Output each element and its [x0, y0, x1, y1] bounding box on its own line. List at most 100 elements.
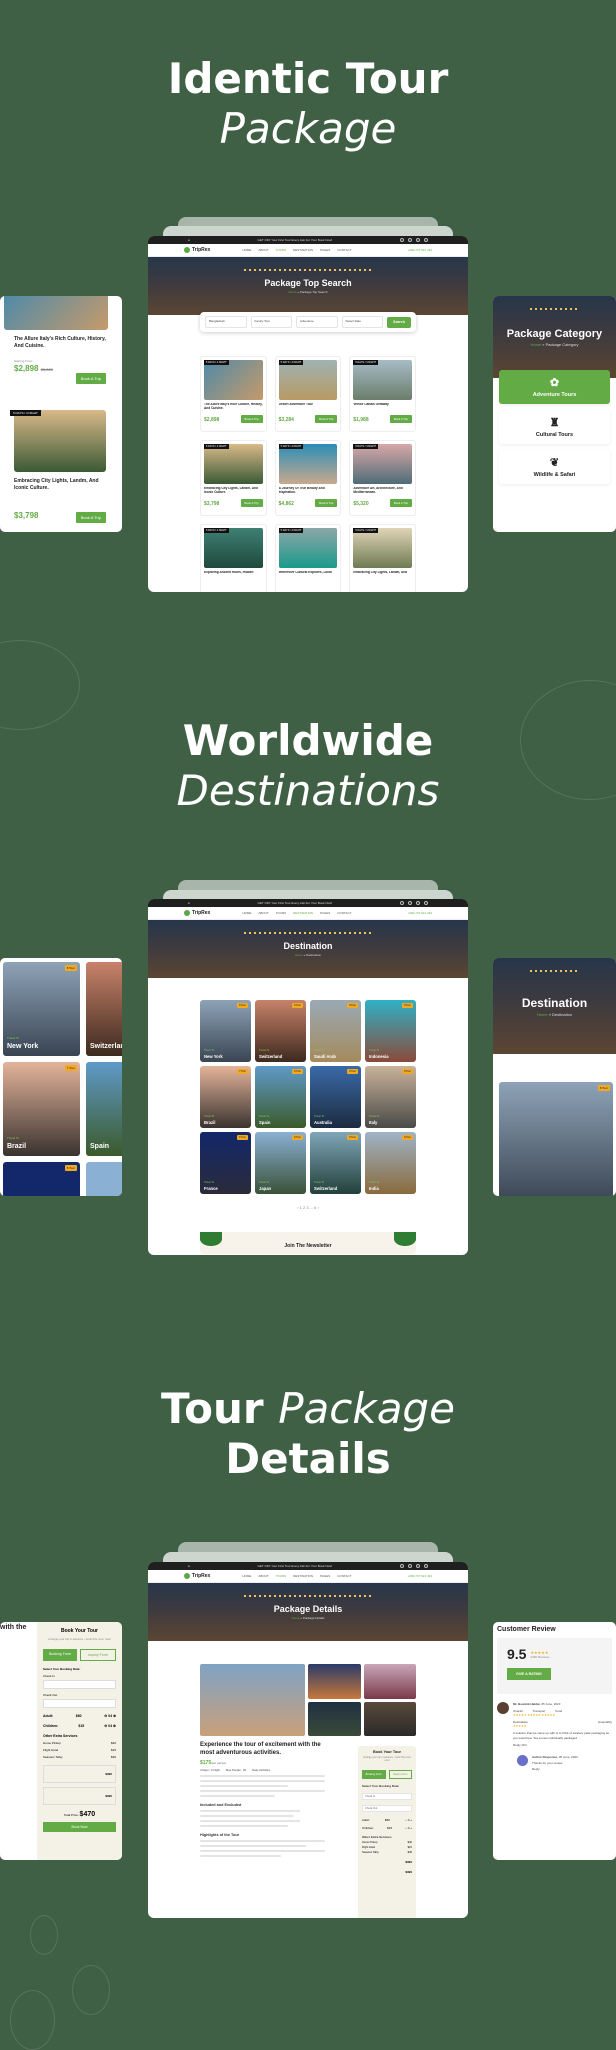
- search-button[interactable]: Search: [387, 316, 411, 328]
- destination-card[interactable]: 8 Tour Travel To Switzerland: [310, 1132, 361, 1194]
- package-card[interactable]: 5 DAYS / 4 NIGHT Desert Adventure Tour $3,…: [274, 356, 342, 432]
- book-trip-button[interactable]: Book A Trip: [315, 499, 338, 507]
- tour-type-select[interactable]: Family Tour: [250, 316, 292, 328]
- destination-card[interactable]: 8 Tour: [3, 1162, 80, 1196]
- extra-service[interactable]: Flight Hotel $15: [43, 1748, 116, 1752]
- category-adventure-tours[interactable]: ✿ Adventure Tours: [499, 370, 610, 404]
- extra-service[interactable]: Home Pickup $40: [362, 1841, 412, 1844]
- package-card[interactable]: 5 DAYS / 4 NIGHT A Journey Of True Beauty…: [274, 440, 342, 516]
- destination-card[interactable]: 8 Tour Travel To Japan: [255, 1132, 306, 1194]
- adult-stepper[interactable]: − 0 +: [405, 1818, 412, 1822]
- package-card[interactable]: 5 DAYS / 4 NIGHT Embracing City Lights, L…: [349, 524, 416, 592]
- nav-item-tours[interactable]: TOURS: [276, 1574, 286, 1578]
- destination-card[interactable]: [86, 1162, 122, 1196]
- adult-stepper[interactable]: ⊖ 04 ⊕: [104, 1714, 116, 1718]
- destination-card[interactable]: 8 Tour Travel To New York: [3, 962, 80, 1056]
- children-stepper[interactable]: ⊖ 04 ⊕: [104, 1724, 116, 1728]
- site-logo[interactable]: TripRex: [184, 910, 210, 916]
- contact-phone[interactable]: +990-737 621 432: [408, 1574, 432, 1578]
- guest-date-select[interactable]: Select Date: [341, 316, 383, 328]
- package-card[interactable]: 5 DAYS / 4 NIGHT Exploring Ancient Ruins,…: [200, 524, 267, 592]
- book-trip-button[interactable]: Book A Trip: [240, 499, 263, 507]
- book-trip-button[interactable]: Book A Trip: [240, 415, 263, 423]
- booking-subtitle: Arrange your trip in advance - book this…: [363, 1756, 411, 1762]
- nav-item-tours[interactable]: TOURS: [276, 911, 286, 915]
- nav-item-contact[interactable]: CONTACT: [337, 911, 351, 915]
- destination-card[interactable]: 8 Tour Travel To Australia: [310, 1066, 361, 1128]
- book-trip-button[interactable]: Book A Trip: [315, 415, 338, 423]
- check-out-field[interactable]: [43, 1699, 116, 1708]
- nav-item-about[interactable]: ABOUT: [258, 248, 268, 252]
- destination-select[interactable]: Bangladesh: [205, 316, 247, 328]
- nav-item-about[interactable]: ABOUT: [258, 1574, 268, 1578]
- crumb-home[interactable]: Home: [295, 953, 303, 957]
- gallery-image[interactable]: [363, 1664, 416, 1699]
- destination-card[interactable]: 8 Tour: [499, 1082, 613, 1196]
- destination-card[interactable]: 8 Tour Travel To India: [365, 1132, 416, 1194]
- destination-card[interactable]: 7 Tour Travel To Brazil: [200, 1066, 251, 1128]
- tab-booking-form[interactable]: Booking Form: [362, 1770, 386, 1779]
- contact-phone[interactable]: +990-737 621 432: [408, 248, 432, 252]
- nav-item-about[interactable]: ABOUT: [258, 911, 268, 915]
- check-out-field[interactable]: Check Out: [362, 1805, 412, 1812]
- site-logo[interactable]: TripRex: [184, 1573, 210, 1579]
- book-trip-button[interactable]: Book A Trip: [75, 512, 106, 523]
- nav-item-pages[interactable]: PAGES: [320, 1574, 330, 1578]
- book-now-button[interactable]: Book Now: [43, 1822, 116, 1832]
- nav-item-pages[interactable]: PAGES: [320, 248, 330, 252]
- crumb-home[interactable]: Home: [289, 290, 297, 294]
- nav-item-tours[interactable]: TOURS: [276, 248, 286, 252]
- nav-item-home[interactable]: HOME: [242, 1574, 251, 1578]
- destination-card[interactable]: 8 Tour Travel To Saudi Arab: [310, 1000, 361, 1062]
- nav-item-destination[interactable]: DESTINATION: [293, 911, 313, 915]
- package-card[interactable]: 5 DAYS / 4 NIGHT The Allure Italy's Rich …: [200, 356, 267, 432]
- package-card[interactable]: 5 DAYS / 4 NIGHT Venice Canals Getaway $1,…: [349, 356, 416, 432]
- nav-item-destination[interactable]: DESTINATION: [293, 1574, 313, 1578]
- destination-card[interactable]: 8 Tour Travel To New York: [200, 1000, 251, 1062]
- nav-item-destination[interactable]: DESTINATION: [293, 248, 313, 252]
- tab-booking-form[interactable]: Booking Form: [43, 1649, 77, 1661]
- check-in-field[interactable]: [43, 1680, 116, 1689]
- give-rating-button[interactable]: GIVE A RATING: [507, 1668, 551, 1680]
- gallery-image[interactable]: [308, 1664, 361, 1699]
- destination-card[interactable]: Switzerland: [86, 962, 122, 1056]
- destination-card[interactable]: 8 Tour Travel To Switzerland: [255, 1000, 306, 1062]
- package-card[interactable]: 5 DAYS / 4 NIGHT Immersive Cultural Explo…: [274, 524, 342, 592]
- tab-inquiry-form[interactable]: Inquiry Form: [80, 1649, 116, 1661]
- nav-item-contact[interactable]: CONTACT: [337, 1574, 351, 1578]
- destination-card[interactable]: Spain: [86, 1062, 122, 1156]
- extra-service[interactable]: Seasons Tafsy $30: [362, 1851, 412, 1854]
- book-trip-button[interactable]: Book A Trip: [75, 373, 106, 384]
- reply-link[interactable]: Reply: [532, 1767, 578, 1771]
- nav-item-home[interactable]: HOME: [242, 248, 251, 252]
- gallery-image[interactable]: [200, 1664, 305, 1736]
- gallery-image[interactable]: [363, 1701, 416, 1736]
- check-in-field[interactable]: Check In: [362, 1793, 412, 1800]
- extra-service[interactable]: Flight Hotel $15: [362, 1846, 412, 1849]
- package-card[interactable]: 5 DAYS / 4 NIGHT Embracing City Lights, L…: [200, 440, 267, 516]
- nav-item-contact[interactable]: CONTACT: [337, 248, 351, 252]
- site-logo[interactable]: TripRex: [184, 247, 210, 253]
- tour-category-select[interactable]: Adventure: [296, 316, 338, 328]
- nav-item-home[interactable]: HOME: [242, 911, 251, 915]
- extra-service[interactable]: Seasons Tafsy $30: [43, 1755, 116, 1759]
- crumb-home[interactable]: Home: [291, 1616, 299, 1620]
- package-card[interactable]: 5 DAYS / 4 NIGHT Adventure Art, Architect…: [349, 440, 416, 516]
- category-wildlife-safari[interactable]: ❦ Wildlife & Safari: [499, 450, 610, 484]
- nav-item-pages[interactable]: PAGES: [320, 911, 330, 915]
- reply-link[interactable]: Reply (02): [513, 1743, 612, 1747]
- book-trip-button[interactable]: Book A Trip: [389, 415, 412, 423]
- category-cultural-tours[interactable]: ♜ Cultural Tours: [499, 410, 610, 444]
- contact-phone[interactable]: +990-737 621 432: [408, 911, 432, 915]
- extra-service[interactable]: Home Pickup $40: [43, 1741, 116, 1745]
- tab-inquiry-form[interactable]: Inquiry Form: [388, 1770, 412, 1779]
- pagination[interactable]: ‹ 1 2 3 ... 6 ›: [148, 1205, 468, 1210]
- destination-card[interactable]: 8 Tour Travel To Indonesia: [365, 1000, 416, 1062]
- destination-card[interactable]: 8 Tour Travel To Spain: [255, 1066, 306, 1128]
- children-stepper[interactable]: − 0 +: [405, 1826, 412, 1830]
- book-trip-button[interactable]: Book A Trip: [389, 499, 412, 507]
- destination-card[interactable]: 7 Tour Travel To Brazil: [3, 1062, 80, 1156]
- destination-card[interactable]: 8 Tour Travel To Italy: [365, 1066, 416, 1128]
- gallery-image[interactable]: [308, 1701, 361, 1736]
- destination-card[interactable]: 8 Tour Travel To France: [200, 1132, 251, 1194]
